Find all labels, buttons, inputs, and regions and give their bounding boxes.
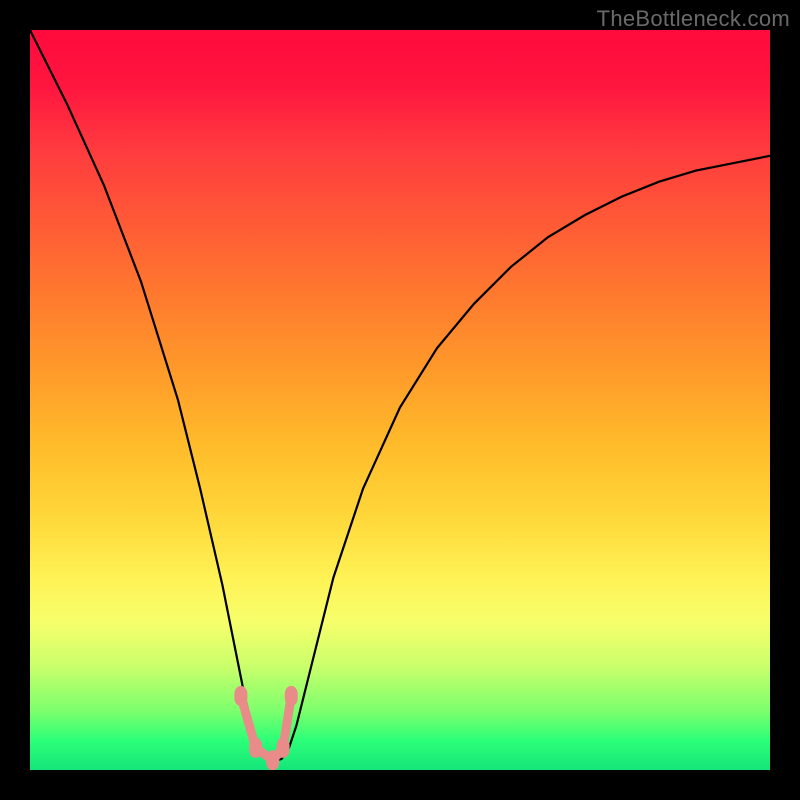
curve-marker bbox=[234, 686, 247, 706]
curve-layer bbox=[30, 30, 770, 770]
curve-marker bbox=[285, 686, 298, 706]
curve-marker bbox=[249, 738, 262, 758]
curve-marker bbox=[277, 738, 290, 758]
figure-root: TheBottleneck.com bbox=[0, 0, 800, 800]
watermark-text: TheBottleneck.com bbox=[597, 6, 790, 32]
marker-layer bbox=[234, 686, 297, 770]
plot-area bbox=[30, 30, 770, 770]
bottleneck-curve bbox=[30, 30, 770, 761]
